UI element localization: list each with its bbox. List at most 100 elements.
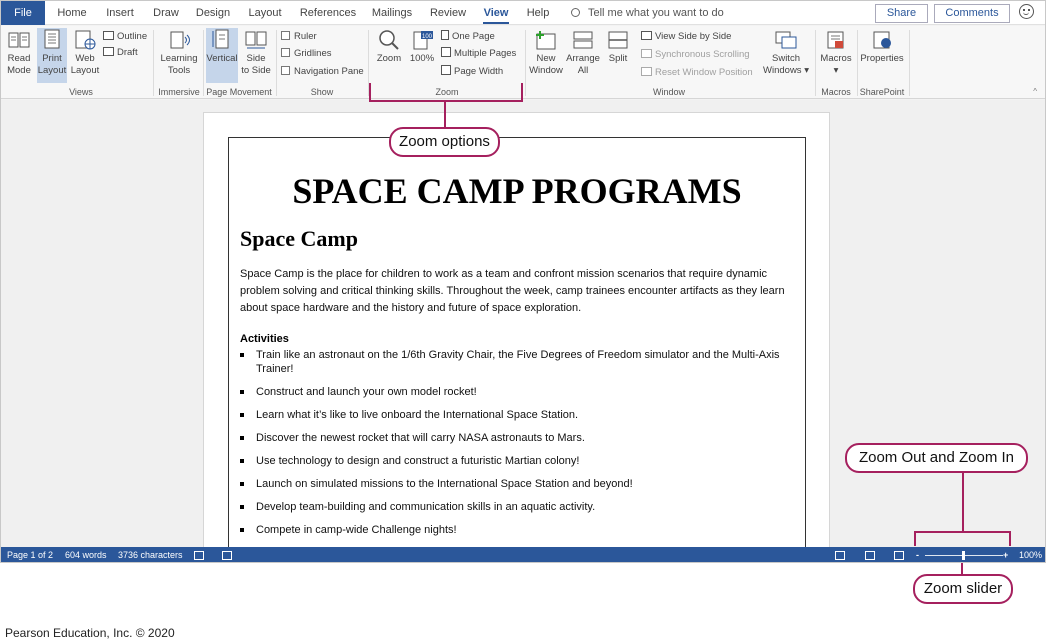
ribbon-tab-bar: File Home Insert Draw Design Layout Refe… [1,1,1045,25]
feedback-smiley-icon[interactable] [1019,4,1034,19]
zoom-100-label: 100% [409,53,435,64]
tab-file[interactable]: File [1,1,45,25]
one-page-button[interactable]: One Page [441,30,495,44]
outline-button[interactable]: Outline [103,30,147,44]
group-divider [525,30,526,96]
status-bar: Page 1 of 2 604 words 3736 characters - … [1,547,1045,562]
share-label: Share [886,7,917,19]
zoom-slider-thumb[interactable] [962,551,965,560]
checkbox-icon [281,31,290,40]
draft-label: Draft [117,47,138,58]
properties-icon [873,31,891,49]
switch-windows-button[interactable]: Switch Windows ▾ [761,29,811,81]
search-icon [571,8,580,17]
magnifier-icon [379,30,399,50]
tab-references[interactable]: References [298,1,358,25]
one-page-icon [441,30,449,40]
learning-tools-button[interactable]: Learning Tools [159,29,199,81]
page-count[interactable]: Page 1 of 2 [7,547,53,562]
multiple-pages-label: Multiple Pages [454,48,517,59]
switch-windows-label-1: Switch [772,53,800,64]
callout-bracket [914,531,1011,533]
page-width-label: Page Width [454,66,504,77]
zoom-in-button[interactable]: + [1003,547,1008,562]
print-layout-view-icon[interactable] [865,551,875,560]
zoom-100-icon: 100 [413,31,433,50]
tab-mailings[interactable]: Mailings [369,1,415,25]
properties-label: Properties [860,53,904,64]
draft-button[interactable]: Draft [103,46,138,60]
tab-view[interactable]: View [481,1,511,25]
print-layout-button[interactable]: Print Layout [37,28,67,83]
proofing-icon[interactable] [194,551,204,560]
character-count[interactable]: 3736 characters [118,547,183,562]
multiple-pages-icon [441,47,451,57]
activities-list: Train like an astronaut on the 1/6th Gra… [240,348,792,546]
ribbon-view: Read Mode Print Layout Web Layout Outline D… [1,26,1045,99]
ruler-label: Ruler [294,31,317,42]
callout-zoom-slider: Zoom slider [913,574,1013,604]
macro-record-icon[interactable] [222,551,232,560]
share-button[interactable]: Share [875,4,928,23]
switch-windows-label-2: Windows [763,65,802,76]
tab-help[interactable]: Help [523,1,553,25]
callout-bracket [914,531,916,546]
tab-home[interactable]: Home [53,1,91,25]
navigation-pane-label: Navigation Pane [294,66,364,77]
navigation-pane-checkbox[interactable]: Navigation Pane [281,65,364,79]
page-width-icon [441,65,451,75]
synchronous-scrolling-button[interactable]: Synchronous Scrolling [641,48,750,62]
gridlines-label: Gridlines [294,48,332,59]
vertical-label: Vertical [206,53,238,64]
group-label-macros: Macros [821,87,851,97]
side-to-side-button[interactable]: Side to Side [240,29,272,81]
properties-button[interactable]: Properties [859,29,905,81]
reset-window-position-button[interactable]: Reset Window Position [641,66,753,80]
zoom-out-button[interactable]: - [916,547,919,562]
gridlines-checkbox[interactable]: Gridlines [281,47,332,61]
group-label-show: Show [310,87,334,97]
document-title: SPACE CAMP PROGRAMS [292,171,742,211]
list-item: Compete in camp-wide Challenge nights! [240,523,792,537]
word-count[interactable]: 604 words [65,547,107,562]
view-side-by-side-label: View Side by Side [655,31,732,42]
tab-design[interactable]: Design [193,1,233,25]
read-mode-view-icon[interactable] [835,551,845,560]
read-mode-button[interactable]: Read Mode [4,29,34,81]
view-side-by-side-button[interactable]: View Side by Side [641,30,731,44]
macros-button[interactable]: Macros ▾ [819,29,853,81]
document-page[interactable]: SPACE CAMP PROGRAMS Space Camp Space Cam… [203,112,830,562]
split-icon [608,31,628,49]
tell-me-search[interactable]: Tell me what you want to do [571,1,724,25]
arrange-all-button[interactable]: Arrange All [565,29,601,81]
callout-bracket [521,83,523,101]
multiple-pages-button[interactable]: Multiple Pages [441,47,516,61]
callout-leader [962,473,964,532]
web-layout-button[interactable]: Web Layout [69,29,101,81]
list-item: Construct and launch your own model rock… [240,385,792,399]
web-layout-view-icon[interactable] [894,551,904,560]
zoom-button[interactable]: Zoom [373,29,405,81]
tab-review[interactable]: Review [427,1,469,25]
group-label-immersive: Immersive [158,87,200,97]
zoom-100-button[interactable]: 100 100% [407,29,437,81]
learning-tools-icon [170,31,190,49]
ruler-checkbox[interactable]: Ruler [281,30,317,44]
tab-insert[interactable]: Insert [101,1,139,25]
arrange-all-label-2: All [577,65,589,76]
tab-draw[interactable]: Draw [148,1,184,25]
vertical-button[interactable]: Vertical [206,28,238,83]
page-width-button[interactable]: Page Width [441,65,503,79]
tab-layout[interactable]: Layout [245,1,285,25]
arrange-all-icon [573,31,593,49]
split-button[interactable]: Split [603,29,633,81]
comments-button[interactable]: Comments [934,4,1010,23]
callout-bracket [369,100,523,102]
side-to-side-icon [245,31,267,49]
document-area[interactable]: SPACE CAMP PROGRAMS Space Camp Space Cam… [1,100,1045,562]
new-window-button[interactable]: New Window [529,29,563,81]
collapse-ribbon-icon[interactable]: ^ [1033,87,1037,96]
zoom-percentage[interactable]: 100% [1019,547,1042,562]
list-item: Discover the newest rocket that will car… [240,431,792,445]
side-by-side-icon [641,31,652,40]
